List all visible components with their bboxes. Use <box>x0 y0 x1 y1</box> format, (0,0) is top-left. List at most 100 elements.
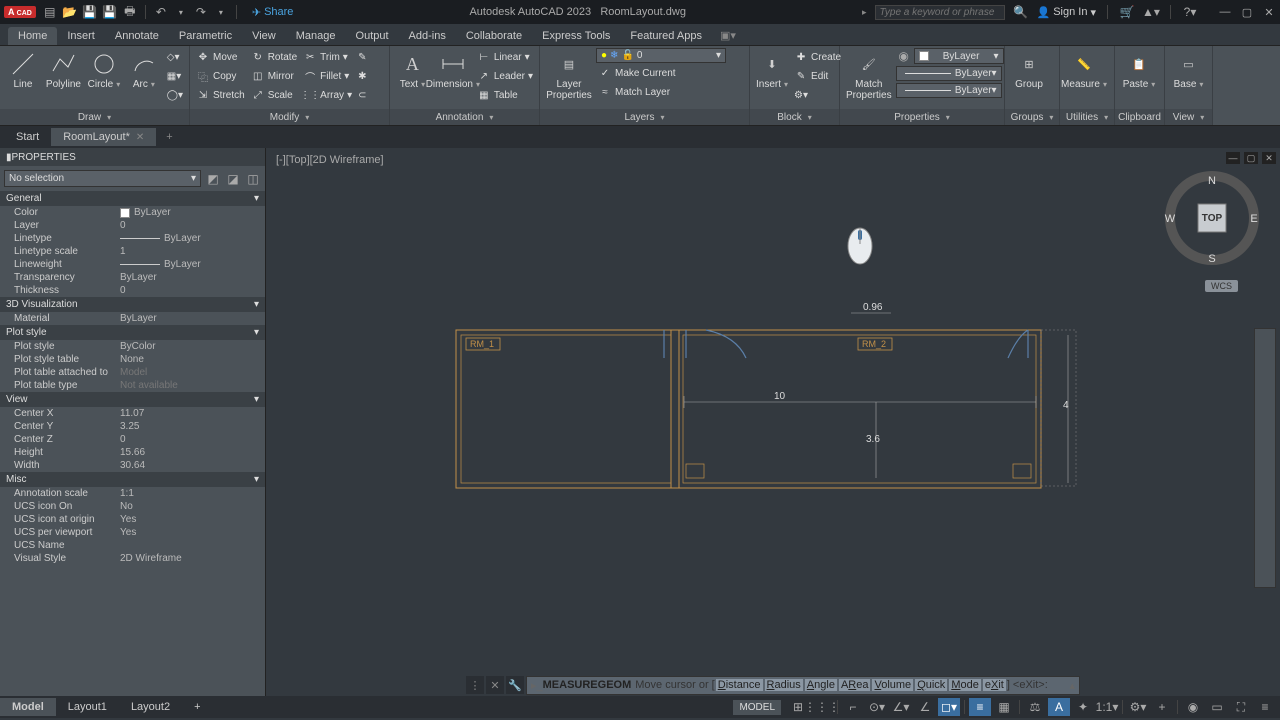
maximize-icon[interactable]: ▢ <box>1240 5 1254 19</box>
array-button[interactable]: ⋮⋮Array ▾ <box>301 86 354 104</box>
layer-selector[interactable]: ●❄🔓0▾ <box>596 48 726 63</box>
add-layout-icon[interactable]: + <box>182 698 212 716</box>
tab-featured[interactable]: Featured Apps <box>620 27 712 45</box>
rotate-button[interactable]: ↻Rotate <box>249 48 299 66</box>
annoscale3-icon[interactable]: ✦ <box>1072 698 1094 716</box>
plot-icon[interactable]: 🖶 <box>122 4 138 20</box>
panel-draw-title[interactable]: Draw <box>0 109 189 125</box>
linear-button[interactable]: ⊢Linear ▾ <box>475 48 535 66</box>
drawing-canvas[interactable]: [-][Top][2D Wireframe] — ▢ ✕ <box>266 148 1280 696</box>
panel-annotation-title[interactable]: Annotation <box>390 109 539 125</box>
layer-properties-button[interactable]: ▤LayerProperties <box>544 48 594 103</box>
rect-icon[interactable]: ◇▾ <box>165 48 185 66</box>
color-selector[interactable]: ByLayer▾ <box>914 48 1004 64</box>
panel-layers-title[interactable]: Layers <box>540 109 749 125</box>
base-button[interactable]: ▭Base <box>1169 48 1208 92</box>
panel-groups-title[interactable]: Groups <box>1005 109 1059 125</box>
workspace-icon[interactable]: ⚙▾ <box>1127 698 1149 716</box>
line-button[interactable]: Line <box>4 48 42 92</box>
redo-dd-icon[interactable]: ▾ <box>213 4 229 20</box>
tab-layout2[interactable]: Layout2 <box>119 698 182 716</box>
ellipse-icon[interactable]: ◯▾ <box>165 86 185 104</box>
tab-output[interactable]: Output <box>346 27 399 45</box>
section-view[interactable]: View▾ <box>0 392 265 407</box>
edit-button[interactable]: ✎Edit <box>792 67 843 85</box>
transparency-icon[interactable]: ▦ <box>993 698 1015 716</box>
hardware-icon[interactable]: ▭ <box>1206 698 1228 716</box>
explode-icon[interactable]: ✱ <box>356 67 368 85</box>
annoscale2-icon[interactable]: A <box>1048 698 1070 716</box>
paste-button[interactable]: 📋Paste <box>1119 48 1159 92</box>
open-icon[interactable]: 📂 <box>62 4 78 20</box>
section-misc[interactable]: Misc▾ <box>0 472 265 487</box>
add-tab-icon[interactable]: + <box>156 128 182 146</box>
section-general[interactable]: General▾ <box>0 191 265 206</box>
tab-more-icon[interactable]: ▣▾ <box>712 26 744 45</box>
isolate-icon[interactable]: ◉ <box>1182 698 1204 716</box>
tab-express[interactable]: Express Tools <box>532 27 620 45</box>
nav-bar[interactable] <box>1254 328 1276 588</box>
redo-icon[interactable]: ↷ <box>193 4 209 20</box>
measure-button[interactable]: 📏Measure <box>1064 48 1104 92</box>
share-button[interactable]: ✈ Share <box>252 6 294 19</box>
cmd-handle-icon[interactable]: ⋮ <box>466 676 484 694</box>
save-icon[interactable]: 💾 <box>82 4 98 20</box>
tab-model[interactable]: Model <box>0 698 56 716</box>
undo-icon[interactable]: ↶ <box>153 4 169 20</box>
polyline-button[interactable]: Polyline <box>44 48 83 92</box>
linetype-selector[interactable]: ByLayer▾ <box>896 83 1002 98</box>
isodraw-icon[interactable]: ∠▾ <box>890 698 912 716</box>
fillet-button[interactable]: ⌒Fillet ▾ <box>301 67 354 85</box>
osnap-icon[interactable]: ◻▾ <box>938 698 960 716</box>
circle-button[interactable]: Circle <box>85 48 123 92</box>
minimize-icon[interactable]: — <box>1218 5 1232 19</box>
erase-icon[interactable]: ✎ <box>356 48 368 66</box>
move-button[interactable]: ✥Move <box>194 48 247 66</box>
close-icon[interactable]: ✕ <box>1262 5 1276 19</box>
cart-icon[interactable]: 🛒 <box>1119 4 1135 20</box>
annoscale-icon[interactable]: ⚖ <box>1024 698 1046 716</box>
lineweight-icon[interactable]: ≡ <box>969 698 991 716</box>
table-button[interactable]: ▦Table <box>475 86 535 104</box>
arc-button[interactable]: Arc <box>125 48 163 92</box>
annomonitor-icon[interactable]: + <box>1151 698 1173 716</box>
saveas-icon[interactable]: 💾 <box>102 4 118 20</box>
offset-icon[interactable]: ⊂ <box>356 86 368 104</box>
section-3dvis[interactable]: 3D Visualization▾ <box>0 297 265 312</box>
app-icon[interactable]: ▲▾ <box>1143 4 1159 20</box>
viewcube[interactable]: TOP N S W E <box>1162 168 1262 268</box>
color-wheel-icon[interactable]: ◉ <box>896 48 912 64</box>
polar-icon[interactable]: ⊙▾ <box>866 698 888 716</box>
scale-icon[interactable]: 1:1▾ <box>1096 698 1118 716</box>
copy-button[interactable]: ⿻Copy <box>194 67 247 85</box>
selection-selector[interactable]: No selection▾ <box>4 170 201 187</box>
panel-properties-title[interactable]: Properties <box>840 109 1004 125</box>
undo-dd-icon[interactable]: ▾ <box>173 4 189 20</box>
quick-select-icon[interactable]: ◪ <box>225 171 241 187</box>
make-current-button[interactable]: ✓Make Current <box>596 64 745 82</box>
leader-button[interactable]: ↗Leader ▾ <box>475 67 535 85</box>
drawing-svg[interactable]: RM_1 RM_2 0.96 10 3.6 4 <box>266 148 1280 696</box>
create-button[interactable]: ✚Create <box>792 48 843 66</box>
panel-block-title[interactable]: Block <box>750 109 839 125</box>
cleanscreen-icon[interactable]: ⛶ <box>1230 698 1252 716</box>
tab-manage[interactable]: Manage <box>286 27 346 45</box>
insert-button[interactable]: ⬇Insert <box>754 48 790 92</box>
customize-icon[interactable]: ≡ <box>1254 698 1276 716</box>
group-button[interactable]: ⊞Group <box>1009 48 1049 92</box>
panel-view-title[interactable]: View <box>1165 109 1212 125</box>
new-icon[interactable]: ▤ <box>42 4 58 20</box>
lineweight-selector[interactable]: ByLayer▾ <box>896 66 1002 81</box>
tab-view[interactable]: View <box>242 27 286 45</box>
hatch-icon[interactable]: ▦▾ <box>165 67 185 85</box>
help-icon[interactable]: ?▾ <box>1182 4 1198 20</box>
dimension-button[interactable]: Dimension <box>433 48 473 92</box>
search-icon[interactable]: 🔍 <box>1013 4 1029 20</box>
tab-annotate[interactable]: Annotate <box>105 27 169 45</box>
tab-addins[interactable]: Add-ins <box>399 27 456 45</box>
ortho-icon[interactable]: ⌐ <box>842 698 864 716</box>
signin-button[interactable]: 👤 Sign In ▾ <box>1037 6 1096 19</box>
select-icon[interactable]: ◫ <box>245 171 261 187</box>
match-layer-button[interactable]: ≈Match Layer <box>596 83 745 101</box>
search-input[interactable] <box>875 5 1005 20</box>
